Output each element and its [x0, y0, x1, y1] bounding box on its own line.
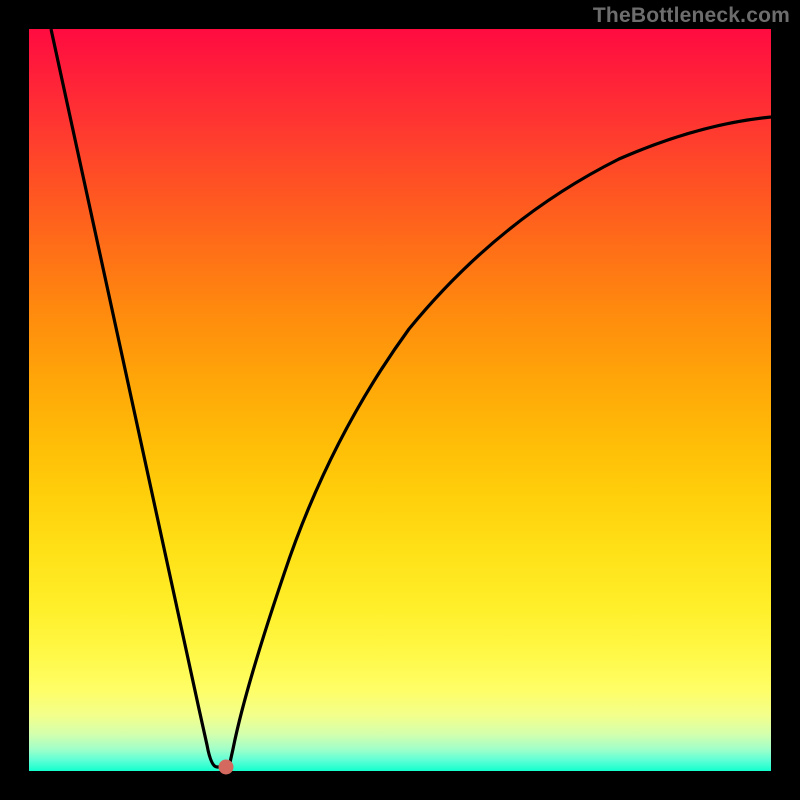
curve-path [51, 29, 771, 767]
chart-frame: TheBottleneck.com [0, 0, 800, 800]
bottleneck-curve [29, 29, 771, 771]
optimal-point-marker [219, 760, 234, 775]
watermark-text: TheBottleneck.com [593, 4, 790, 28]
